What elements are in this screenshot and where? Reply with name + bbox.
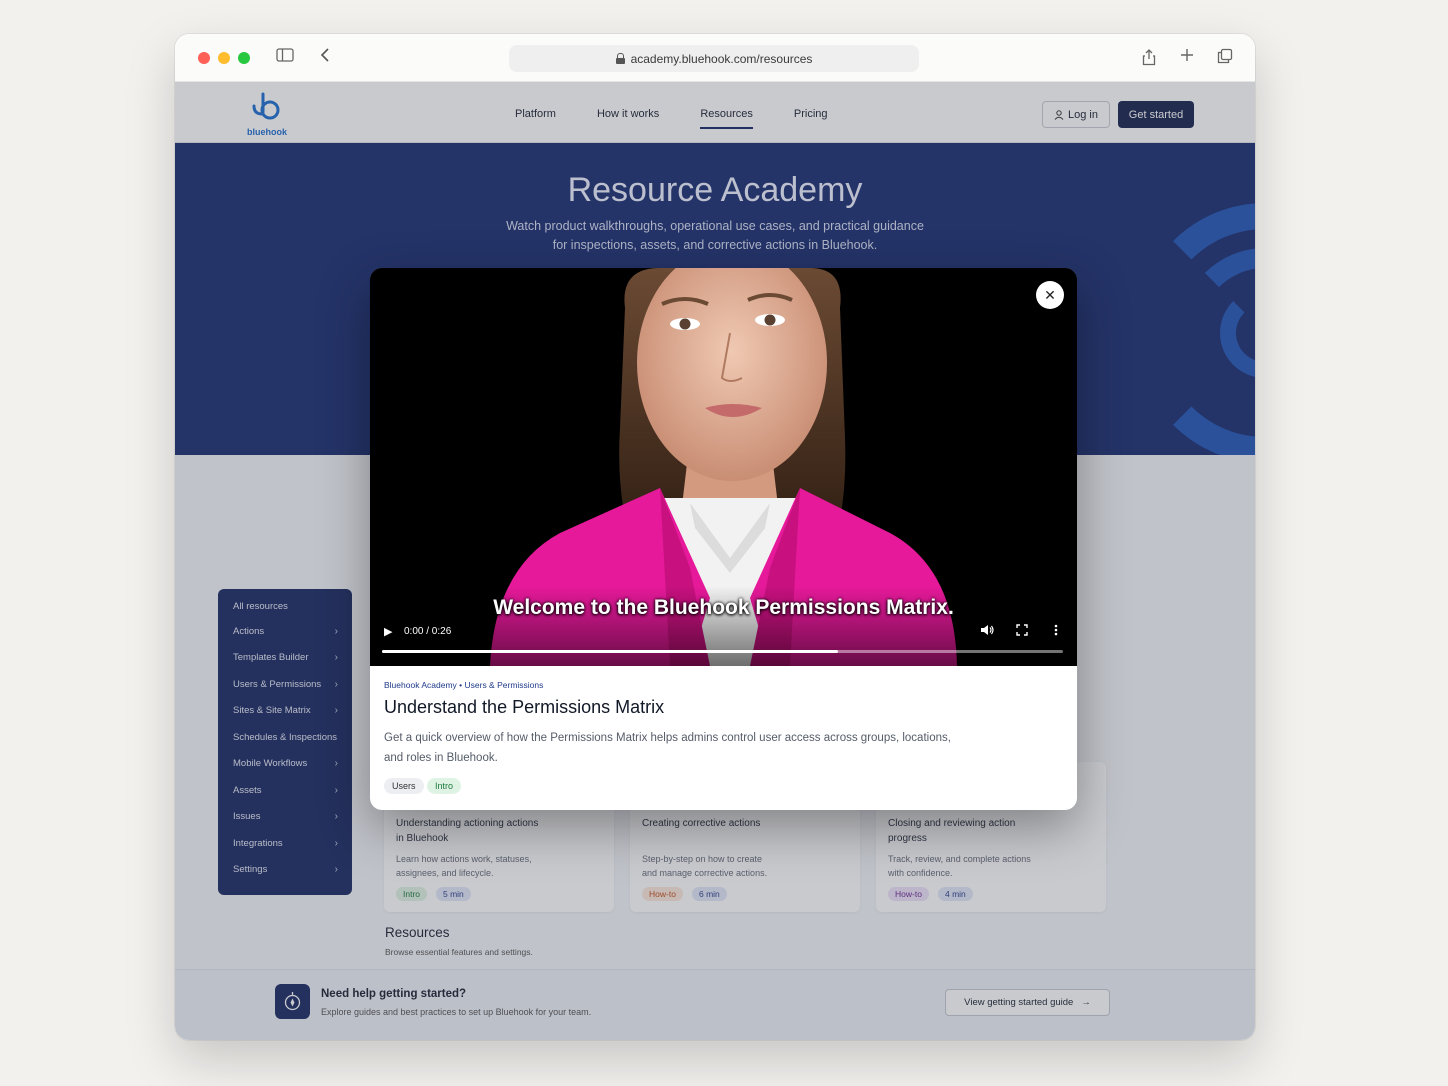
close-modal-button[interactable]: ✕ — [1036, 281, 1064, 309]
tab-overview-icon[interactable] — [1215, 48, 1235, 68]
share-icon[interactable] — [1139, 48, 1159, 68]
close-window-button[interactable] — [198, 52, 210, 64]
browser-window: academy.bluehook.com/resources bluehook — [175, 34, 1255, 1040]
modal-description-line-1: Get a quick overview of how the Permissi… — [384, 732, 951, 744]
minimize-window-button[interactable] — [218, 52, 230, 64]
video-progress-fill — [382, 650, 839, 653]
video-modal: ✕ Welcome to the Bluehook Permissions Ma… — [370, 268, 1077, 810]
close-icon: ✕ — [1044, 286, 1056, 303]
address-bar[interactable]: academy.bluehook.com/resources — [509, 45, 919, 72]
lock-icon — [615, 53, 625, 64]
volume-icon[interactable] — [980, 624, 994, 639]
modal-description: Get a quick overview of how the Permissi… — [384, 728, 984, 768]
back-icon[interactable] — [315, 48, 335, 68]
breadcrumb-academy[interactable]: Bluehook Academy — [384, 680, 457, 690]
modal-breadcrumb: Bluehook Academy • Users & Permissions — [384, 680, 543, 690]
video-progress-bar[interactable] — [382, 650, 1063, 653]
tag-intro: Intro — [427, 778, 462, 794]
video-caption: Welcome to the Bluehook Permissions Matr… — [493, 596, 954, 619]
more-options-icon[interactable] — [1054, 624, 1058, 639]
video-player[interactable]: ✕ Welcome to the Bluehook Permissions Ma… — [370, 268, 1077, 666]
new-tab-icon[interactable] — [1177, 48, 1197, 68]
video-time: 0:00 / 0:26 — [404, 626, 452, 637]
fullscreen-icon[interactable] — [1016, 624, 1028, 639]
zoom-window-button[interactable] — [238, 52, 250, 64]
modal-description-line-2: and roles in Bluehook. — [384, 752, 498, 764]
sidebar-toggle-icon[interactable] — [275, 48, 295, 68]
play-icon[interactable]: ▶ — [384, 625, 392, 638]
url-text: academy.bluehook.com/resources — [630, 51, 813, 66]
tag-users: Users — [384, 778, 424, 794]
breadcrumb-category[interactable]: Users & Permissions — [465, 680, 544, 690]
browser-toolbar: academy.bluehook.com/resources — [175, 34, 1255, 82]
modal-title: Understand the Permissions Matrix — [384, 697, 665, 717]
